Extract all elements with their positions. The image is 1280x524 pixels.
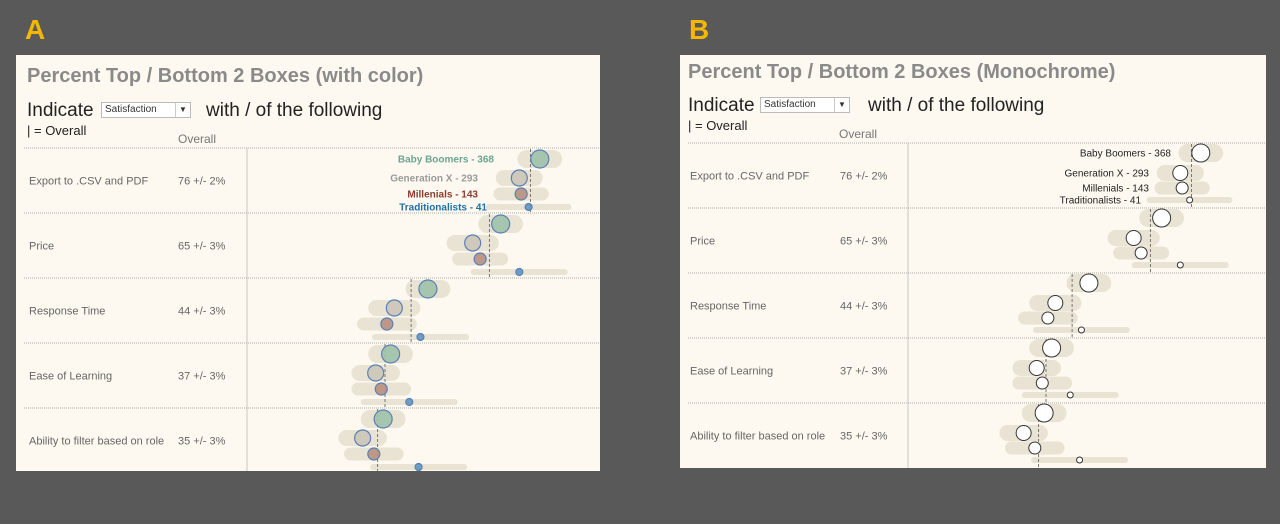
group-dot-baby-boomers (381, 344, 401, 364)
group-label: Baby Boomers - 368 (1080, 149, 1172, 160)
panel-letter-b: B (689, 14, 710, 45)
group-dot-millenials (1134, 246, 1148, 260)
group-dot-millenials (1035, 376, 1049, 390)
panel-color: Percent Top / Bottom 2 Boxes (with color… (16, 55, 600, 471)
group-dot-generation-x (385, 299, 403, 317)
group-dot-generation-x (1015, 425, 1032, 441)
group-dot-traditionalists (405, 397, 414, 407)
row-label: Response Time (690, 301, 766, 313)
group-dot-millenials (1175, 181, 1189, 195)
group-dot-traditionalists (416, 332, 425, 342)
group-dot-traditionalists (515, 267, 524, 277)
overall-value: 37 +/- 3% (178, 371, 226, 383)
group-dot-traditionalists (414, 462, 423, 471)
group-dot-traditionalists (1077, 326, 1085, 334)
group-dot-baby-boomers (1152, 208, 1172, 228)
overall-value: 44 +/- 3% (178, 306, 226, 318)
group-label: Millenials - 143 (407, 190, 478, 201)
group-label: Traditionalists - 41 (1060, 196, 1142, 207)
overall-value: 35 +/- 3% (840, 431, 888, 443)
overall-value: 76 +/- 2% (178, 176, 226, 188)
group-dot-millenials (473, 252, 487, 266)
row-label: Price (690, 236, 715, 248)
group-dot-baby-boomers (1191, 143, 1211, 163)
group-dot-baby-boomers (418, 279, 438, 299)
group-dot-generation-x (354, 429, 372, 447)
group-label: Traditionalists - 41 (399, 203, 487, 214)
group-dot-millenials (374, 382, 388, 396)
overall-value: 35 +/- 3% (178, 436, 226, 448)
group-label: Generation X - 293 (390, 174, 478, 185)
row-label: Ability to filter based on role (29, 436, 164, 448)
group-dot-traditionalists (1076, 456, 1084, 464)
row-label: Ease of Learning (690, 366, 773, 378)
group-dot-millenials (1041, 311, 1055, 325)
overall-value: 65 +/- 3% (840, 236, 888, 248)
overall-value: 37 +/- 3% (840, 366, 888, 378)
group-dot-baby-boomers (1079, 273, 1099, 293)
overall-value: 44 +/- 3% (840, 301, 888, 313)
group-dot-baby-boomers (491, 214, 511, 234)
panel-letter-a: A (25, 14, 46, 45)
group-dot-millenials (380, 317, 394, 331)
group-dot-generation-x (510, 169, 528, 187)
group-dot-generation-x (367, 364, 385, 382)
row-label: Ease of Learning (29, 371, 112, 383)
group-label: Generation X - 293 (1065, 169, 1150, 180)
group-dot-millenials (367, 447, 381, 461)
overall-value: 76 +/- 2% (840, 171, 888, 183)
row-label: Ability to filter based on role (690, 431, 825, 443)
group-dot-generation-x (1047, 295, 1064, 311)
group-dot-traditionalists (1176, 261, 1184, 269)
row-label: Export to .CSV and PDF (29, 176, 148, 188)
group-dot-millenials (514, 187, 528, 201)
group-dot-traditionalists (524, 202, 533, 212)
group-dot-baby-boomers (1034, 403, 1054, 423)
group-dot-generation-x (1125, 230, 1142, 246)
dot-plot-chart: Export to .CSV and PDF 76 +/- 2% Baby Boom… (24, 147, 600, 471)
group-dot-baby-boomers (373, 409, 393, 429)
group-dot-generation-x (1172, 165, 1189, 181)
panel-monochrome: Percent Top / Bottom 2 Boxes (Monochrome… (680, 55, 1266, 468)
group-label: Baby Boomers - 368 (398, 155, 495, 166)
overall-value: 65 +/- 3% (178, 241, 226, 253)
group-dot-generation-x (1028, 360, 1045, 376)
row-label: Price (29, 241, 54, 253)
group-dot-baby-boomers (530, 149, 550, 169)
group-dot-baby-boomers (1042, 338, 1062, 358)
group-dot-millenials (1028, 441, 1042, 455)
group-dot-generation-x (464, 234, 482, 252)
group-dot-traditionalists (1066, 391, 1074, 399)
group-dot-traditionalists (1186, 196, 1194, 204)
row-label: Response Time (29, 306, 105, 318)
row-label: Export to .CSV and PDF (690, 171, 809, 183)
group-label: Millenials - 143 (1082, 184, 1149, 195)
dot-plot-chart: Export to .CSV and PDF 76 +/- 2% Baby Boom… (688, 142, 1266, 468)
